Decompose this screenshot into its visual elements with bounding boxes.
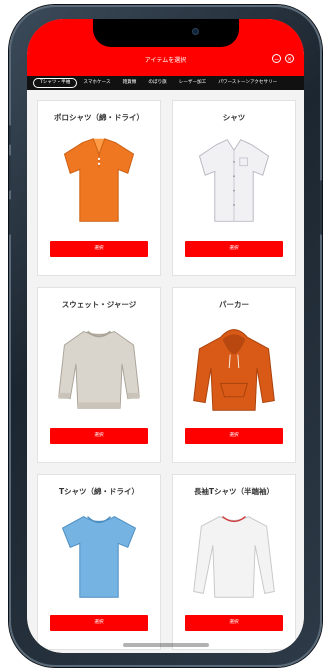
product-title: スウェット・ジャージ xyxy=(61,300,137,309)
page-title: アイテムを選択 xyxy=(144,57,187,64)
product-card-polo: ポロシャツ（綿・ドライ） 選択 xyxy=(37,100,161,276)
long-sleeve-tshirt-white-icon xyxy=(193,516,275,598)
select-button[interactable]: 選択 xyxy=(185,428,283,444)
polo-shirt-orange-icon xyxy=(63,138,135,222)
phone-frame: アイテムを選択 − × Tシャツ・半袖 スマホケース 雑貨類 のぼり旗 レーザー… xyxy=(9,5,322,667)
home-indicator[interactable] xyxy=(122,643,209,647)
phone-volume-up xyxy=(9,155,11,191)
product-card-tshirt: Tシャツ（綿・ドライ） 選択 xyxy=(37,474,161,650)
tab-tshirt-short-sleeve[interactable]: Tシャツ・半袖 xyxy=(33,78,78,88)
category-tab-bar: Tシャツ・半袖 スマホケース 雑貨類 のぼり旗 レーザー加工 パワーストーンアク… xyxy=(27,76,304,90)
product-title: パーカー xyxy=(219,300,249,309)
phone-silent-switch xyxy=(9,125,11,145)
tab-banner-flag[interactable]: のぼり旗 xyxy=(142,79,172,87)
product-title: 長袖Tシャツ（半端袖） xyxy=(193,487,275,496)
notch xyxy=(92,19,239,47)
tab-phone-case[interactable]: スマホケース xyxy=(77,79,116,87)
tshirt-lightblue-icon xyxy=(61,516,137,598)
app-screen: アイテムを選択 − × Tシャツ・半袖 スマホケース 雑貨類 のぼり旗 レーザー… xyxy=(27,19,304,653)
select-button[interactable]: 選択 xyxy=(185,241,283,257)
product-grid: ポロシャツ（綿・ドライ） 選択 シャツ 選択 スウェット・ジャージ 選択 パーカ… xyxy=(27,90,304,653)
select-button[interactable]: 選択 xyxy=(50,241,148,257)
minimize-icon[interactable]: − xyxy=(272,54,281,63)
phone-screen: アイテムを選択 − × Tシャツ・半袖 スマホケース 雑貨類 のぼり旗 レーザー… xyxy=(27,19,304,653)
front-camera-icon xyxy=(191,28,199,35)
select-button[interactable]: 選択 xyxy=(50,615,148,631)
dress-shirt-white-icon xyxy=(198,139,270,222)
hoodie-orange-icon xyxy=(193,329,275,411)
sweatshirt-gray-icon xyxy=(58,330,140,409)
tab-goods[interactable]: 雑貨類 xyxy=(117,79,143,87)
select-button[interactable]: 選択 xyxy=(50,428,148,444)
product-card-shirt: シャツ 選択 xyxy=(172,100,296,276)
product-card-sweat: スウェット・ジャージ 選択 xyxy=(37,287,161,463)
product-card-hoodie: パーカー 選択 xyxy=(172,287,296,463)
product-card-long-sleeve: 長袖Tシャツ（半端袖） 選択 xyxy=(172,474,296,650)
app-header: アイテムを選択 − × xyxy=(27,19,304,76)
product-title: Tシャツ（綿・ドライ） xyxy=(58,487,140,496)
header-actions: − × xyxy=(272,54,294,63)
tab-power-stone-accessory[interactable]: パワーストーンアクセサリー xyxy=(212,79,283,87)
close-icon[interactable]: × xyxy=(285,54,294,63)
select-button[interactable]: 選択 xyxy=(185,615,283,631)
product-title: シャツ xyxy=(222,113,246,122)
tab-laser-engraving[interactable]: レーザー加工 xyxy=(173,79,212,87)
phone-volume-down xyxy=(9,199,11,235)
product-title: ポロシャツ（綿・ドライ） xyxy=(54,113,144,122)
phone-power-button xyxy=(320,180,322,235)
